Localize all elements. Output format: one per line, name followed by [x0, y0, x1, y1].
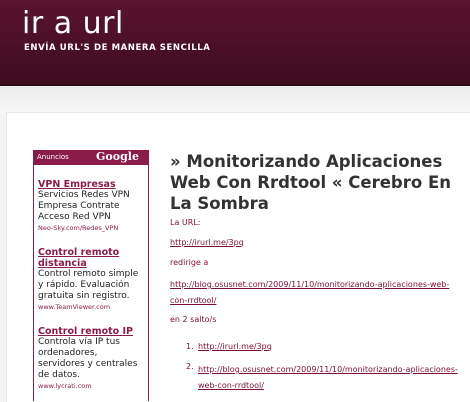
ad-description: Controla vía IP tus ordenadores, servido…: [38, 337, 138, 380]
ad-title-link[interactable]: VPN Empresas: [38, 179, 144, 190]
ad-url-link[interactable]: Neo-Sky.com/Redes_VPN: [38, 223, 144, 233]
list-item-link[interactable]: http://irurl.me/3pq: [198, 342, 272, 351]
ad-title-link[interactable]: Control remoto IP: [38, 326, 144, 337]
ad-item: Control remoto IP Controla vía IP tus or…: [34, 326, 148, 391]
ad-url-link[interactable]: www.lycrati.com: [38, 381, 144, 391]
ad-url-link[interactable]: www.TeamViewer.com: [38, 302, 144, 312]
ad-title-link[interactable]: Control remoto distancia: [38, 247, 144, 269]
ads-header: Anuncios Google: [34, 150, 148, 165]
site-title[interactable]: ir a url: [22, 6, 124, 41]
ads-sidebar: Anuncios Google VPN Empresas Servicios R…: [33, 150, 149, 401]
hops-count: en 2 salto/s: [170, 315, 217, 324]
ad-item: Control remoto distancia Control remoto …: [34, 247, 148, 312]
short-url-link[interactable]: http://irurl.me/3pq: [170, 238, 244, 247]
list-number: 1.: [186, 342, 194, 351]
list-item-link[interactable]: http://blog.osusnet.com/2009/11/10/monit…: [198, 362, 460, 394]
ad-description: Control remoto simple y rápido. Evaluaci…: [38, 269, 139, 301]
url-label: La URL:: [170, 218, 201, 227]
redirects-label: redirige a: [170, 258, 209, 267]
header-shadow-band: [0, 86, 470, 112]
site-tagline: ENVÍA URL'S DE MANERA SENCILLA: [24, 43, 211, 53]
list-number: 2.: [186, 362, 194, 371]
ad-item: VPN Empresas Servicios Redes VPN Empresa…: [34, 179, 148, 233]
google-logo[interactable]: Google: [96, 150, 139, 163]
ad-description: Servicios Redes VPN Empresa Contrate Acc…: [38, 190, 130, 222]
long-url-link[interactable]: http://blog.osusnet.com/2009/11/10/monit…: [170, 277, 460, 309]
ads-label[interactable]: Anuncios: [37, 153, 69, 161]
site-header: ir a url ENVÍA URL'S DE MANERA SENCILLA: [0, 0, 470, 86]
post-title: » Monitorizando Aplicaciones Web Con Rrd…: [170, 152, 451, 213]
